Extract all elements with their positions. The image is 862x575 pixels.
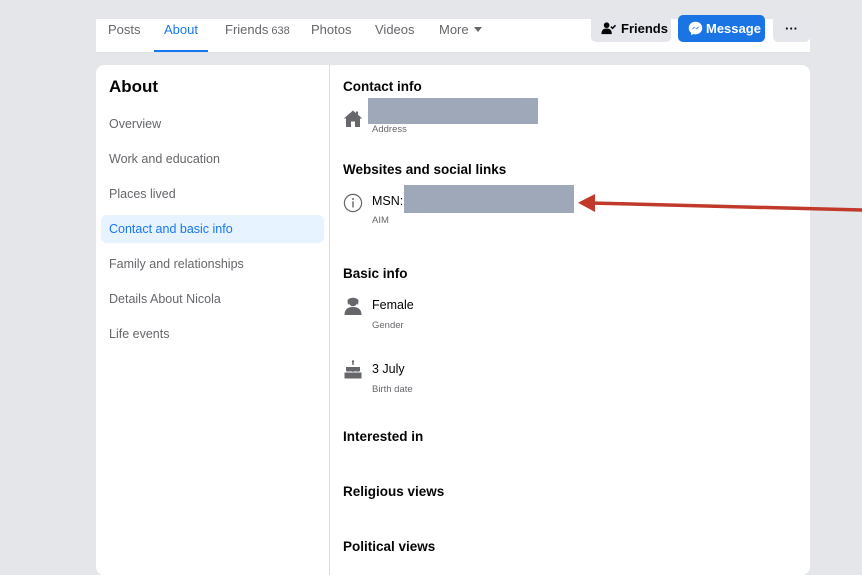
sidebar-item-label: Life events	[109, 327, 170, 341]
sidebar-item-family-relationships[interactable]: Family and relationships	[101, 250, 324, 278]
about-sidebar: About Overview Work and education Places…	[96, 65, 330, 575]
friends-button-label: Friends	[621, 21, 668, 36]
tab-videos[interactable]: Videos	[375, 19, 415, 52]
tab-about[interactable]: About	[154, 19, 208, 52]
person-icon	[344, 297, 362, 315]
annotation-arrow	[578, 194, 862, 212]
info-icon	[343, 193, 363, 213]
sidebar-item-label: Places lived	[109, 187, 176, 201]
address-caption: Address	[372, 124, 407, 135]
religious-views-heading: Religious views	[343, 484, 445, 499]
cake-icon	[344, 360, 362, 379]
message-button-label: Message	[706, 21, 761, 36]
more-options-button[interactable]: ···	[773, 15, 810, 42]
tab-posts[interactable]: Posts	[108, 19, 141, 52]
sidebar-item-label: Contact and basic info	[109, 222, 233, 236]
aim-caption: AIM	[372, 215, 389, 226]
political-views-heading: Political views	[343, 539, 436, 554]
tab-photos-label: Photos	[311, 22, 352, 37]
gender-caption: Gender	[372, 320, 404, 331]
message-button[interactable]: Message	[678, 15, 765, 42]
sidebar-item-overview[interactable]: Overview	[101, 110, 324, 138]
sidebar-item-details-about[interactable]: Details About Nicola	[101, 285, 324, 313]
tab-posts-label: Posts	[108, 22, 141, 37]
sidebar-item-label: Details About Nicola	[109, 292, 221, 306]
tab-friends[interactable]: Friends 638	[225, 19, 290, 52]
sidebar-item-contact-basic-info[interactable]: Contact and basic info	[101, 215, 324, 243]
active-tab-underline	[154, 50, 208, 52]
sidebar-item-label: Work and education	[109, 152, 220, 166]
messenger-icon	[688, 21, 703, 36]
about-panel: About Overview Work and education Places…	[96, 65, 810, 575]
contact-info-heading: Contact info	[343, 79, 422, 94]
about-title: About	[109, 77, 159, 96]
tab-more[interactable]: More	[439, 19, 482, 52]
friends-button[interactable]: Friends	[591, 15, 671, 42]
home-icon	[343, 110, 363, 127]
gender-value: Female	[372, 298, 414, 312]
sidebar-item-label: Family and relationships	[109, 257, 244, 271]
birth-date-caption: Birth date	[372, 384, 413, 395]
tab-photos[interactable]: Photos	[311, 19, 351, 52]
friends-count: 638	[271, 25, 290, 37]
tab-about-label: About	[164, 22, 198, 37]
more-options-icon: ···	[785, 21, 798, 36]
friend-check-icon	[601, 22, 616, 35]
websites-heading: Websites and social links	[343, 162, 507, 177]
interested-in-heading: Interested in	[343, 429, 424, 444]
sidebar-item-life-events[interactable]: Life events	[101, 320, 324, 348]
sidebar-item-label: Overview	[109, 117, 162, 131]
birth-date-value: 3 July	[372, 362, 405, 376]
caret-down-icon	[473, 27, 482, 32]
sidebar-item-work-education[interactable]: Work and education	[101, 145, 324, 173]
redacted-msn	[404, 185, 574, 213]
tab-videos-label: Videos	[375, 22, 415, 37]
basic-info-heading: Basic info	[343, 266, 408, 281]
redacted-address	[368, 98, 538, 124]
sidebar-item-places-lived[interactable]: Places lived	[101, 180, 324, 208]
about-content: Contact info Address Websites and social…	[343, 65, 803, 575]
tab-friends-label: Friends	[225, 22, 269, 37]
msn-label: MSN:	[372, 194, 404, 208]
tab-more-label: More	[439, 22, 469, 37]
